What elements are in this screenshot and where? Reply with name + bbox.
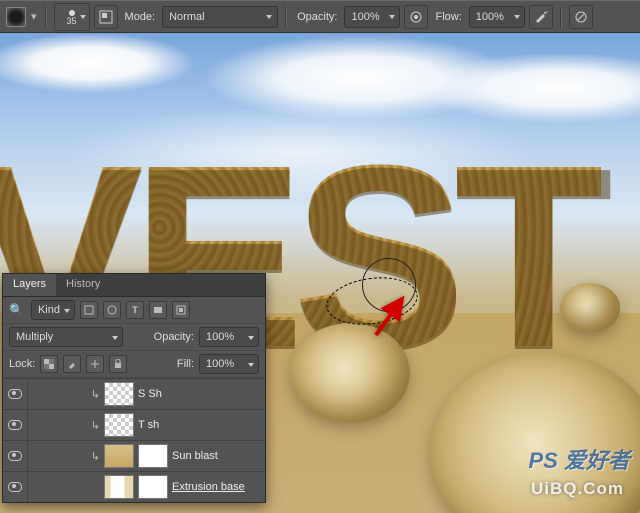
pressure-opacity-button[interactable] xyxy=(404,5,428,29)
brush-tip-icon xyxy=(69,10,75,16)
filter-adjust-icon[interactable] xyxy=(103,301,121,319)
layer-thumbnail[interactable] xyxy=(104,413,134,437)
filter-pixel-icon[interactable] xyxy=(80,301,98,319)
divider xyxy=(285,6,287,28)
tab-history[interactable]: History xyxy=(56,274,110,296)
filter-kind-label: Kind xyxy=(38,304,60,316)
tablet-icon xyxy=(574,10,588,24)
layers-panel: Layers History 🔍 Kind T Multiply Opacity… xyxy=(2,273,266,503)
lock-position-icon[interactable] xyxy=(86,355,104,373)
fill-input[interactable]: 100% xyxy=(199,354,259,374)
layer-name[interactable]: S Sh xyxy=(138,388,265,400)
divider xyxy=(560,6,562,28)
layer-row[interactable]: Extrusion base xyxy=(3,471,265,502)
search-icon: 🔍 xyxy=(9,303,24,317)
opacity-input[interactable]: 100% xyxy=(344,6,400,28)
layer-thumbnail[interactable] xyxy=(104,475,134,499)
pen-pressure-icon xyxy=(409,10,423,24)
layer-opacity-value: 100% xyxy=(206,331,234,343)
layer-name[interactable]: T sh xyxy=(138,419,265,431)
eye-icon xyxy=(8,420,22,430)
visibility-toggle[interactable] xyxy=(3,379,28,409)
fill-value: 100% xyxy=(206,358,234,370)
visibility-toggle[interactable] xyxy=(3,441,28,471)
fill-label: Fill: xyxy=(177,358,194,370)
clip-indicator-icon: ↳ xyxy=(64,450,104,463)
brush-options-bar: ▾ 35 Mode: Normal Opacity: 100% Flow: 10… xyxy=(0,0,640,33)
layer-thumbnail[interactable] xyxy=(104,444,134,468)
layer-opacity-input[interactable]: 100% xyxy=(199,327,259,347)
visibility-toggle[interactable] xyxy=(3,410,28,440)
filter-shape-icon[interactable] xyxy=(149,301,167,319)
layer-mask-thumbnail[interactable] xyxy=(138,475,168,499)
mode-label: Mode: xyxy=(125,11,156,23)
filter-kind-dropdown[interactable]: Kind xyxy=(31,300,75,320)
flow-input[interactable]: 100% xyxy=(469,6,525,28)
blend-mode-value: Normal xyxy=(169,11,204,23)
layer-row[interactable]: ↳ S Sh xyxy=(3,378,265,409)
tool-preset-picker[interactable] xyxy=(6,7,26,27)
brush-panel-icon xyxy=(99,10,113,24)
layer-row[interactable]: ↳ Sun blast xyxy=(3,440,265,471)
clip-indicator-icon: ↳ xyxy=(64,419,104,432)
flow-label: Flow: xyxy=(435,11,461,23)
layer-row[interactable]: ↳ T sh xyxy=(3,409,265,440)
hay-bale xyxy=(560,283,620,333)
blend-opacity-row: Multiply Opacity: 100% xyxy=(3,324,265,351)
layer-blend-mode-value: Multiply xyxy=(16,331,53,343)
filter-smart-icon[interactable] xyxy=(172,301,190,319)
airbrush-button[interactable] xyxy=(529,5,553,29)
opacity-label: Opacity: xyxy=(297,11,337,23)
tab-layers[interactable]: Layers xyxy=(3,274,56,296)
brush-panel-button[interactable] xyxy=(94,5,118,29)
lock-pixels-icon[interactable] xyxy=(63,355,81,373)
airbrush-icon xyxy=(534,10,548,24)
layer-list: ↳ S Sh ↳ T sh ↳ Sun blast Extrusion base xyxy=(3,378,265,502)
opacity-value: 100% xyxy=(351,11,379,23)
eye-icon xyxy=(8,389,22,399)
layer-thumbnail[interactable] xyxy=(104,382,134,406)
layer-filter-row: 🔍 Kind T xyxy=(3,297,265,324)
layer-name[interactable]: Sun blast xyxy=(172,450,265,462)
lock-transparent-icon[interactable] xyxy=(40,355,58,373)
watermark-text: PS 爱好者 xyxy=(529,443,630,475)
brush-size-readout: 35 xyxy=(67,17,77,26)
eye-icon xyxy=(8,451,22,461)
layer-opacity-label: Opacity: xyxy=(154,331,194,343)
annotation-arrow xyxy=(368,291,418,341)
watermark-url: UiBQ.Com xyxy=(531,479,624,499)
panel-tabs: Layers History xyxy=(3,274,265,297)
blend-mode-dropdown[interactable]: Normal xyxy=(162,6,278,28)
divider xyxy=(45,6,47,28)
lock-label: Lock: xyxy=(9,358,35,370)
lock-all-icon[interactable] xyxy=(109,355,127,373)
clip-indicator-icon: ↳ xyxy=(64,388,104,401)
eye-icon xyxy=(8,482,22,492)
visibility-toggle[interactable] xyxy=(3,472,28,502)
layer-name[interactable]: Extrusion base xyxy=(172,481,265,493)
brush-preset-picker[interactable]: 35 xyxy=(54,3,90,31)
lock-fill-row: Lock: Fill: 100% xyxy=(3,351,265,378)
layer-mask-thumbnail[interactable] xyxy=(138,444,168,468)
pressure-size-button[interactable] xyxy=(569,5,593,29)
chevron-down-icon: ▾ xyxy=(31,10,37,23)
flow-value: 100% xyxy=(476,11,504,23)
layer-blend-mode-dropdown[interactable]: Multiply xyxy=(9,327,123,347)
filter-type-icon[interactable]: T xyxy=(126,301,144,319)
